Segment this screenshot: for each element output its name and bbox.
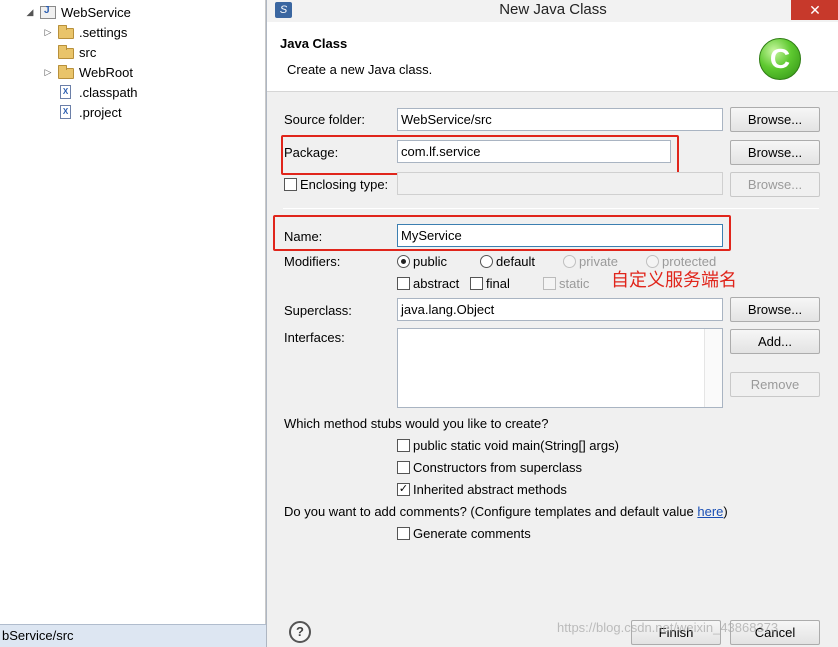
radio-selected[interactable] bbox=[397, 255, 410, 268]
checkbox-label: static bbox=[559, 276, 590, 291]
enclosing-type-label: Enclosing type: bbox=[300, 177, 389, 192]
xml-file-icon: X bbox=[60, 85, 71, 99]
add-interface-button[interactable]: Add... bbox=[730, 329, 820, 354]
checkbox-box[interactable] bbox=[397, 439, 410, 452]
checkbox-label: abstract bbox=[413, 276, 460, 291]
source-folder-label: Source folder: bbox=[284, 112, 365, 127]
help-button[interactable]: ? bbox=[289, 621, 311, 643]
source-folder-field[interactable]: WebService/src bbox=[397, 108, 723, 131]
tree-item-label: .project bbox=[79, 104, 122, 120]
expanded-arrow-icon[interactable]: ◢ bbox=[24, 6, 36, 18]
modifiers-label: Modifiers: bbox=[284, 254, 341, 269]
tree-item-label: .settings bbox=[79, 24, 128, 40]
interfaces-list[interactable] bbox=[397, 328, 723, 408]
tree-item-label: .classpath bbox=[79, 84, 138, 100]
header-description: Create a new Java class. bbox=[287, 62, 433, 77]
superclass-browse-button[interactable]: Browse... bbox=[730, 297, 820, 322]
modifier-final-checkbox[interactable]: final bbox=[470, 276, 510, 291]
project-explorer: ◢ WebService ▷ .settings src ▷ WebRoot X… bbox=[0, 0, 266, 624]
enclosing-type-field[interactable] bbox=[397, 172, 723, 195]
dialog-title: New Java Class bbox=[499, 1, 607, 18]
enclosing-type-browse-button[interactable]: Browse... bbox=[730, 172, 820, 197]
tree-item-label: WebRoot bbox=[79, 64, 133, 80]
checkbox-box[interactable] bbox=[284, 178, 297, 191]
modifier-default-radio[interactable]: default bbox=[480, 254, 535, 269]
tree-item-src[interactable]: src bbox=[58, 42, 96, 62]
package-highlight-box bbox=[281, 135, 679, 175]
checkbox-box[interactable] bbox=[470, 277, 483, 290]
tree-item-label: WebService bbox=[61, 4, 131, 20]
checkbox-label: Inherited abstract methods bbox=[413, 482, 567, 497]
main-method-checkbox[interactable]: public static void main(String[] args) bbox=[397, 438, 619, 453]
folder-icon bbox=[58, 24, 74, 39]
inherited-methods-checkbox[interactable]: ✓ Inherited abstract methods bbox=[397, 482, 567, 497]
dialog-header: Java Class Create a new Java class. C bbox=[267, 22, 838, 92]
tree-item-classpath[interactable]: X .classpath bbox=[58, 82, 138, 102]
tree-item-project-file[interactable]: X .project bbox=[58, 102, 122, 122]
radio-disabled[interactable] bbox=[563, 255, 576, 268]
checkbox-box[interactable] bbox=[397, 277, 410, 290]
comments-question-end: ) bbox=[723, 504, 728, 519]
tree-item-webroot[interactable]: ▷ WebRoot bbox=[42, 62, 133, 82]
checkbox-label: final bbox=[486, 276, 510, 291]
header-title: Java Class bbox=[280, 36, 348, 51]
modifier-static-checkbox[interactable]: static bbox=[543, 276, 589, 291]
checkbox-box[interactable] bbox=[397, 527, 410, 540]
radio-unselected[interactable] bbox=[480, 255, 493, 268]
package-browse-button[interactable]: Browse... bbox=[730, 140, 820, 165]
constructors-checkbox[interactable]: Constructors from superclass bbox=[397, 460, 582, 475]
superclass-label: Superclass: bbox=[284, 303, 352, 318]
tree-item-settings[interactable]: ▷ .settings bbox=[42, 22, 127, 42]
folder-icon bbox=[58, 44, 74, 59]
checkbox-label: Constructors from superclass bbox=[413, 460, 583, 475]
tree-item-label: src bbox=[79, 44, 97, 60]
stubs-question: Which method stubs would you like to cre… bbox=[284, 416, 549, 431]
watermark: https://blog.csdn.net/weixin_43868373 bbox=[557, 620, 779, 635]
interfaces-label: Interfaces: bbox=[284, 330, 345, 345]
modifier-private-radio[interactable]: private bbox=[563, 254, 618, 269]
name-highlight-box bbox=[273, 215, 731, 251]
checkbox-label: public static void main(String[] args) bbox=[413, 438, 619, 453]
radio-label: default bbox=[496, 254, 536, 269]
remove-interface-button[interactable]: Remove bbox=[730, 372, 820, 397]
folder-icon bbox=[58, 64, 74, 79]
separator bbox=[283, 208, 819, 209]
collapsed-arrow-icon[interactable]: ▷ bbox=[42, 26, 54, 38]
close-button[interactable]: ✕ bbox=[791, 0, 838, 20]
radio-label: public bbox=[413, 254, 447, 269]
tree-item-project[interactable]: ◢ WebService bbox=[24, 2, 131, 22]
modifier-public-radio[interactable]: public bbox=[397, 254, 447, 269]
superclass-field[interactable]: java.lang.Object bbox=[397, 298, 723, 321]
comments-question-text: Do you want to add comments? (Configure … bbox=[284, 504, 698, 519]
generate-comments-checkbox[interactable]: Generate comments bbox=[397, 526, 531, 541]
java-class-logo-icon: C bbox=[759, 38, 801, 80]
collapsed-arrow-icon[interactable]: ▷ bbox=[42, 66, 54, 78]
eclipse-icon: S bbox=[275, 2, 292, 18]
status-text: bService/src bbox=[2, 628, 74, 643]
new-java-class-dialog: S New Java Class ✕ Java Class Create a n… bbox=[266, 0, 838, 647]
comments-question: Do you want to add comments? (Configure … bbox=[284, 504, 728, 519]
source-folder-browse-button[interactable]: Browse... bbox=[730, 107, 820, 132]
checkbox-checked[interactable]: ✓ bbox=[397, 483, 410, 496]
configure-templates-link[interactable]: here bbox=[697, 504, 723, 519]
dialog-titlebar[interactable]: S New Java Class ✕ bbox=[267, 0, 838, 22]
modifier-abstract-checkbox[interactable]: abstract bbox=[397, 276, 459, 291]
status-bar: bService/src bbox=[0, 624, 266, 647]
enclosing-type-checkbox[interactable]: Enclosing type: bbox=[284, 177, 388, 192]
annotation-text: 自定义服务端名 bbox=[611, 270, 737, 291]
xml-file-icon: X bbox=[60, 105, 71, 119]
checkbox-box[interactable] bbox=[543, 277, 556, 290]
checkbox-label: Generate comments bbox=[413, 526, 531, 541]
checkbox-box[interactable] bbox=[397, 461, 410, 474]
project-icon bbox=[40, 5, 56, 19]
